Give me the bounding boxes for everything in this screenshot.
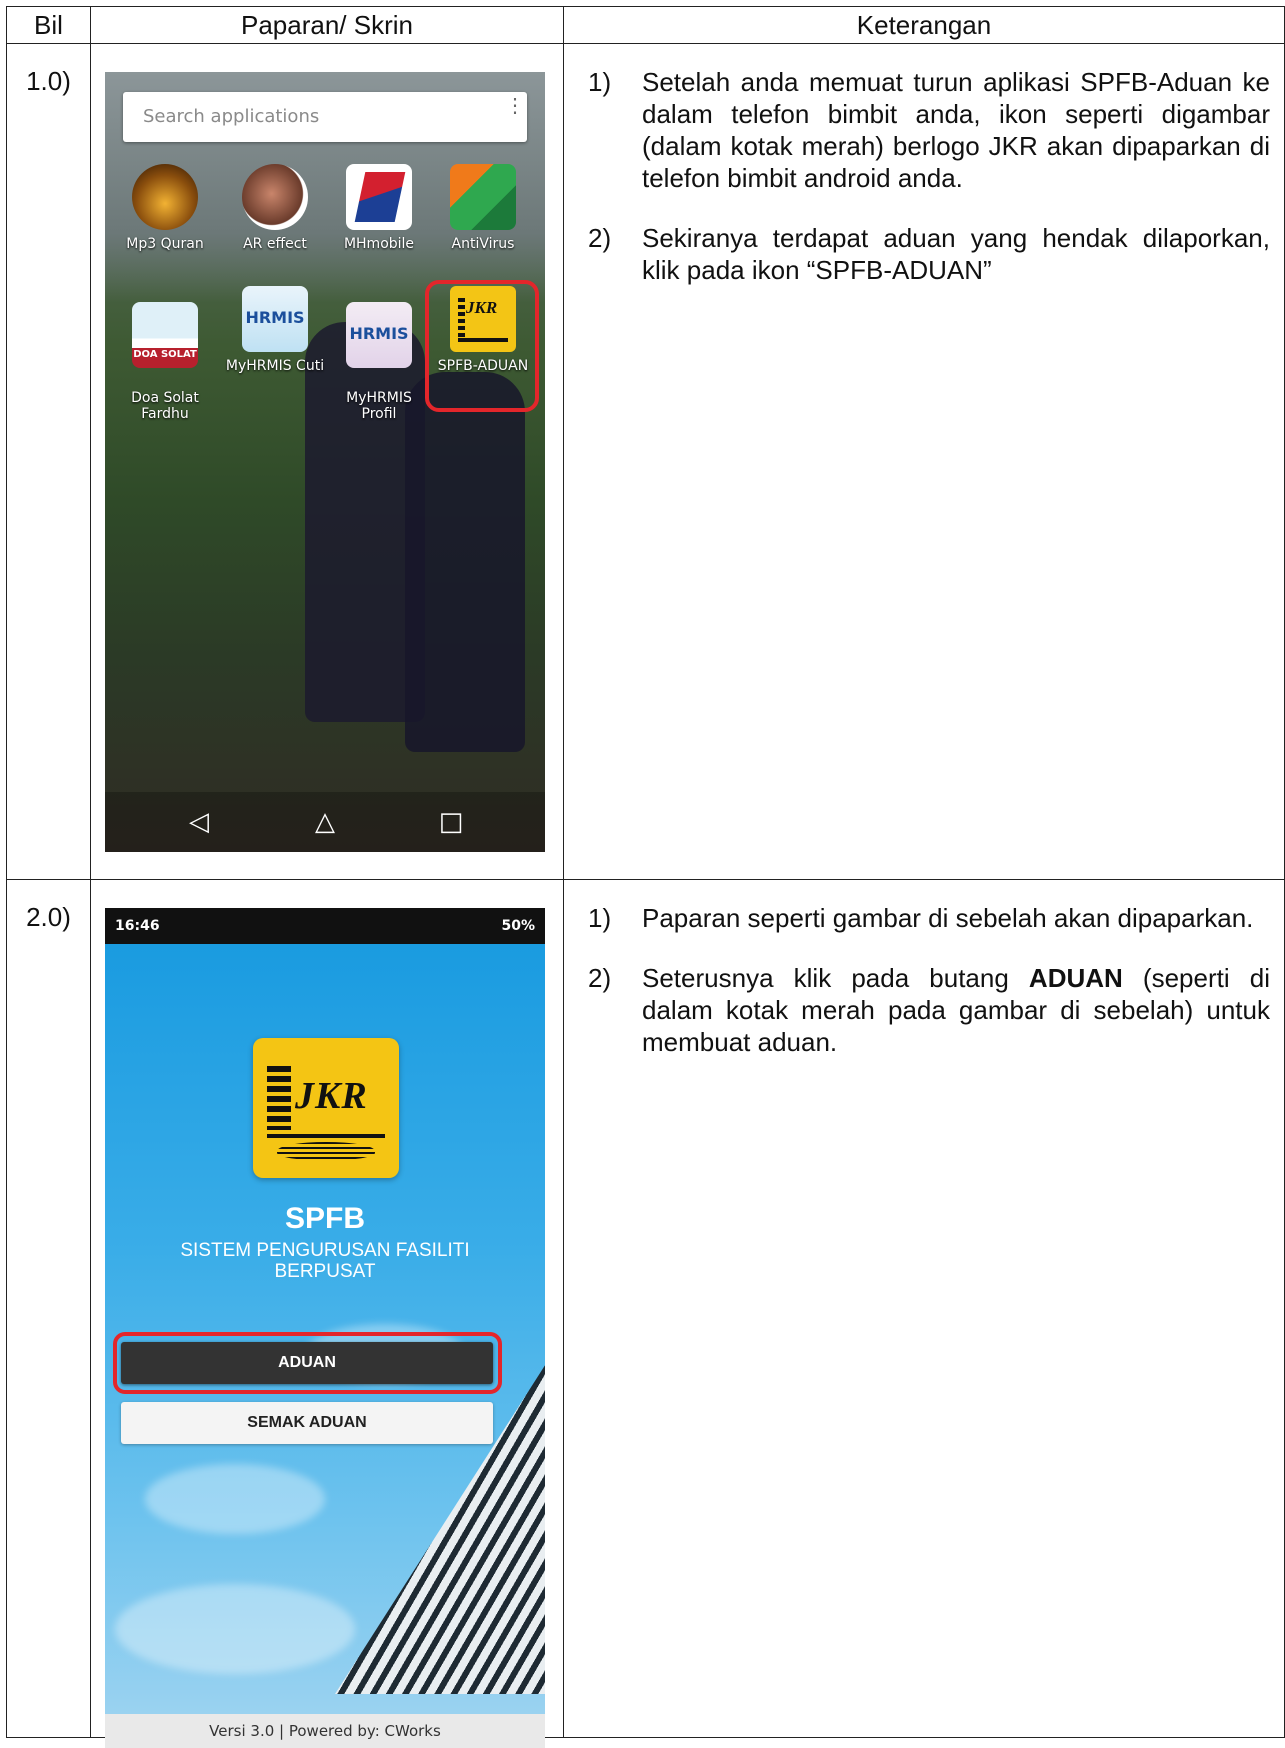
bold-keyword: ADUAN <box>1028 963 1123 993</box>
antivirus-icon <box>450 164 516 230</box>
app-mp3-quran[interactable]: Mp3 Quran <box>115 164 215 252</box>
step-text: Seterusnya klik pada butang ADUAN (seper… <box>642 963 1270 1057</box>
search-bar[interactable]: Search applications ⋮ <box>123 92 527 142</box>
table-row: 1.0) Search applications ⋮ Mp3 Quran AR … <box>6 43 1285 880</box>
ar-effect-icon <box>242 164 308 230</box>
back-icon[interactable]: ◁ <box>179 804 219 840</box>
app-antivirus[interactable]: AntiVirus <box>433 164 533 252</box>
photo-figure <box>405 372 525 752</box>
app-subtitle: SISTEM PENGURUSAN FASILITI BERPUSAT <box>180 1240 470 1282</box>
step-text: Setelah anda memuat turun aplikasi SPFB-… <box>642 67 1270 193</box>
status-time: 16:46 <box>115 918 160 934</box>
screenshot-cell: 16:46 50% JKR SPFB SISTEM PENGURUSAN FAS <box>90 879 564 1748</box>
description-cell: 1) Paparan seperti gambar di sebelah aka… <box>563 879 1285 1738</box>
search-placeholder: Search applications <box>143 106 320 127</box>
row-number: 1.0) <box>6 43 91 880</box>
app-label: AR effect <box>243 236 307 252</box>
list-item: 1) Paparan seperti gambar di sebelah aka… <box>588 902 1270 934</box>
description-cell: 1) Setelah anda memuat turun aplikasi SP… <box>563 43 1285 880</box>
app-doa-solat[interactable]: DOA SOLAT Doa Solat Fardhu <box>115 286 215 422</box>
recent-apps-icon[interactable]: □ <box>431 804 471 840</box>
app-label: MyHRMIS Cuti <box>225 358 325 374</box>
highlight-box <box>425 280 539 412</box>
highlight-box <box>113 1332 502 1394</box>
app-myhrmis-cuti[interactable]: HRMIS MyHRMIS Cuti <box>225 286 325 374</box>
instruction-table: Bil Paparan/ Skrin Keterangan 1.0) Searc… <box>6 6 1285 1748</box>
table-row: 2.0) 16:46 50% JKR SPFB SISTEM PENGURUSA… <box>6 879 1285 1748</box>
app-title: SPFB <box>284 1202 365 1235</box>
status-bar: 16:46 50% <box>105 908 545 944</box>
app-label: Mp3 Quran <box>126 236 204 252</box>
app-label: MHmobile <box>343 236 415 252</box>
app-label: MyHRMIS Profil <box>346 390 412 422</box>
step-number: 2) <box>588 963 612 993</box>
screenshot-cell: Search applications ⋮ Mp3 Quran AR effec… <box>90 43 564 880</box>
app-mhmobile[interactable]: MHmobile <box>329 164 429 252</box>
app-myhrmis-profil[interactable]: HRMIS MyHRMIS Profil <box>329 286 429 422</box>
logo-text: JKR <box>295 1075 368 1117</box>
step-text: Paparan seperti gambar di sebelah akan d… <box>642 903 1254 933</box>
myhrmis-cuti-icon: HRMIS <box>242 286 308 352</box>
phone-spfb-app: 16:46 50% JKR SPFB SISTEM PENGURUSAN FAS <box>105 908 545 1748</box>
app-label: Doa Solat Fardhu <box>131 390 199 422</box>
step-number: 1) <box>588 903 612 933</box>
row-number: 2.0) <box>6 879 91 1738</box>
header-row: Bil Paparan/ Skrin Keterangan <box>6 6 1285 44</box>
mp3-quran-icon <box>132 164 198 230</box>
overflow-menu-icon[interactable]: ⋮ <box>505 96 525 116</box>
list-item: 2) Sekiranya terdapat aduan yang hendak … <box>588 222 1270 286</box>
header-screen: Paparan/ Skrin <box>90 6 564 44</box>
list-item: 1) Setelah anda memuat turun aplikasi SP… <box>588 66 1270 194</box>
doa-solat-icon: DOA SOLAT <box>132 302 198 368</box>
app-label: AntiVirus <box>451 236 515 252</box>
semak-aduan-button[interactable]: SEMAK ADUAN <box>121 1402 493 1444</box>
header-desc: Keterangan <box>563 6 1285 44</box>
step-number: 2) <box>588 223 612 253</box>
header-bil: Bil <box>6 6 91 44</box>
myhrmis-profil-icon: HRMIS <box>346 302 412 368</box>
android-nav-bar: ◁ △ □ <box>105 792 545 852</box>
step-text: Sekiranya terdapat aduan yang hendak dil… <box>642 223 1270 285</box>
home-icon[interactable]: △ <box>305 804 345 840</box>
phone-home-screen: Search applications ⋮ Mp3 Quran AR effec… <box>105 72 545 852</box>
step-number: 1) <box>588 67 612 97</box>
jkr-logo: JKR <box>253 1038 399 1178</box>
app-ar-effect[interactable]: AR effect <box>225 164 325 252</box>
battery-level: 50% <box>501 918 535 934</box>
mhmobile-icon <box>346 164 412 230</box>
list-item: 2) Seterusnya klik pada butang ADUAN (se… <box>588 962 1270 1058</box>
